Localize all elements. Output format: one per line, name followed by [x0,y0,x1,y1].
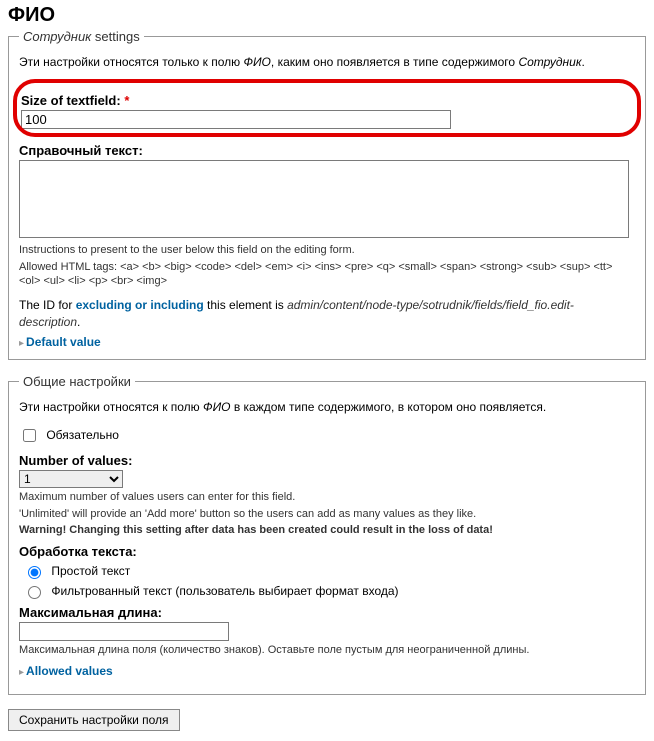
radio-plain-row: Простой текст [23,563,635,579]
max-length-label: Максимальная длина: [19,605,635,620]
size-of-textfield-input[interactable] [21,110,451,129]
excluding-including-link[interactable]: excluding or including [76,298,204,312]
required-asterisk-icon: * [124,93,129,108]
sotrudnik-settings-description: Эти настройки относятся только к полю ФИ… [19,54,635,71]
global-settings-fieldset: Общие настройки Эти настройки относятся … [8,374,646,695]
allowed-html-tags: Allowed HTML tags: <a> <b> <big> <code> … [19,260,635,290]
chevron-right-icon: ▸ [19,338,24,349]
max-length-input[interactable] [19,622,229,641]
required-checkbox-row: Обязательно [19,426,635,445]
size-of-textfield-highlight: Size of textfield: * [15,81,639,135]
legend-rest: settings [91,29,139,44]
element-id-line: The ID for excluding or including this e… [19,297,635,331]
number-of-values-desc1: Maximum number of values users can enter… [19,490,635,505]
global-settings-description: Эти настройки относятся к полю ФИО в каж… [19,399,635,416]
help-text-instructions: Instructions to present to the user belo… [19,243,635,258]
default-value-collapsible[interactable]: ▸Default value [19,335,635,349]
global-settings-legend: Общие настройки [19,374,135,389]
max-length-desc: Максимальная длина поля (количество знак… [19,643,635,658]
required-checkbox-label: Обязательно [46,428,119,442]
allowed-values-link[interactable]: Allowed values [26,664,113,678]
size-of-textfield-label: Size of textfield: * [21,93,633,108]
help-text-label: Справочный текст: [19,143,635,158]
number-of-values-warning: Warning! Changing this setting after dat… [19,523,635,538]
radio-filtered-text-label: Фильтрованный текст (пользователь выбира… [51,584,398,598]
help-text-textarea[interactable] [19,160,629,238]
radio-filtered-row: Фильтрованный текст (пользователь выбира… [23,583,635,599]
radio-plain-text[interactable] [28,566,41,579]
radio-filtered-text[interactable] [28,586,41,599]
required-checkbox[interactable] [23,429,36,442]
save-field-settings-button[interactable]: Сохранить настройки поля [8,709,180,731]
radio-plain-text-label: Простой текст [51,564,130,578]
chevron-right-icon: ▸ [19,667,24,678]
default-value-link[interactable]: Default value [26,335,101,349]
number-of-values-select[interactable]: 1 [19,470,123,488]
legend-italic: Сотрудник [23,29,91,44]
number-of-values-label: Number of values: [19,453,635,468]
page-title: ФИО [8,4,646,27]
allowed-values-collapsible[interactable]: ▸Allowed values [19,664,635,678]
number-of-values-desc2: 'Unlimited' will provide an 'Add more' b… [19,507,635,522]
sotrudnik-settings-legend: Сотрудник settings [19,29,144,44]
text-processing-label: Обработка текста: [19,544,635,559]
sotrudnik-settings-fieldset: Сотрудник settings Эти настройки относят… [8,29,646,360]
